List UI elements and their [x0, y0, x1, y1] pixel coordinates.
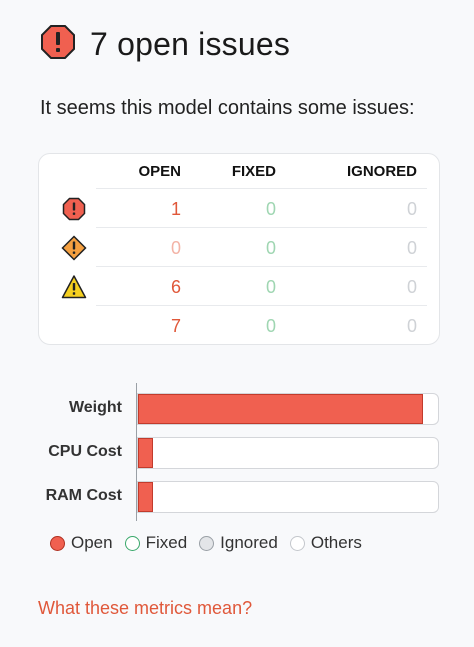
legend-label: Ignored — [220, 533, 278, 552]
table-divider — [96, 266, 427, 267]
page-title: 7 open issues — [90, 26, 291, 62]
legend-item-ignored[interactable]: Ignored — [199, 533, 278, 553]
legend-swatch — [289, 535, 305, 551]
row-total-fixed: 0 — [265, 316, 276, 336]
row-total-ignored: 0 — [406, 316, 417, 336]
legend-label: Fixed — [145, 533, 188, 552]
column-header-ignored: IGNORED — [346, 163, 417, 180]
metrics-bar-chart: Weight CPU Cost RAM Cost — [0, 383, 474, 523]
row-warning-fixed: 0 — [265, 238, 276, 258]
row-error-open: 1 — [170, 199, 181, 219]
warning-diamond-icon — [61, 235, 87, 261]
column-header-fixed: FIXED — [231, 163, 276, 180]
legend-label: Others — [310, 533, 362, 552]
row-minor-open: 6 — [170, 277, 181, 297]
row-minor-ignored: 0 — [406, 277, 417, 297]
legend-item-others[interactable]: Others — [289, 533, 362, 553]
issues-panel: 7 open issues It seems this model contai… — [0, 0, 474, 647]
row-error-fixed: 0 — [265, 199, 276, 219]
bar-track-cpu-cost — [137, 437, 439, 469]
bar-label-cpu-cost: CPU Cost — [48, 443, 122, 460]
legend-label: Open — [71, 533, 113, 552]
row-warning-ignored: 0 — [406, 238, 417, 258]
bar-cpu-cost-open — [138, 438, 153, 468]
legend-swatch — [199, 535, 215, 551]
legend-item-fixed[interactable]: Fixed — [124, 533, 188, 553]
bar-label-ram-cost: RAM Cost — [45, 487, 122, 504]
legend-item-open[interactable]: Open — [50, 533, 113, 553]
warning-triangle-icon — [61, 274, 87, 300]
error-octagon-icon — [40, 24, 76, 65]
panel-header: 7 open issues — [40, 24, 290, 65]
legend-swatch — [124, 535, 140, 551]
bar-weight-open — [138, 394, 423, 424]
row-minor-fixed: 0 — [265, 277, 276, 297]
row-error-ignored: 0 — [406, 199, 417, 219]
metrics-help-link[interactable]: What these metrics mean? — [38, 598, 252, 619]
legend-swatch — [50, 535, 65, 551]
bar-label-weight: Weight — [68, 399, 122, 416]
column-header-open: OPEN — [138, 163, 181, 180]
row-total-open: 7 — [170, 316, 181, 336]
bar-ram-cost-open — [138, 482, 153, 512]
issues-subtitle: It seems this model contains some issues… — [40, 97, 415, 119]
issues-table: OPEN FIXED IGNORED 1 0 0 0 0 0 6 0 0 7 0… — [38, 153, 440, 345]
bar-track-ram-cost — [137, 481, 439, 513]
row-warning-open: 0 — [170, 238, 181, 258]
table-divider — [96, 305, 427, 306]
error-octagon-icon — [61, 196, 87, 222]
table-divider — [96, 227, 427, 228]
chart-legend: Open Fixed Ignored Others — [50, 533, 374, 553]
table-divider — [96, 188, 427, 189]
bar-track-weight — [137, 393, 439, 425]
